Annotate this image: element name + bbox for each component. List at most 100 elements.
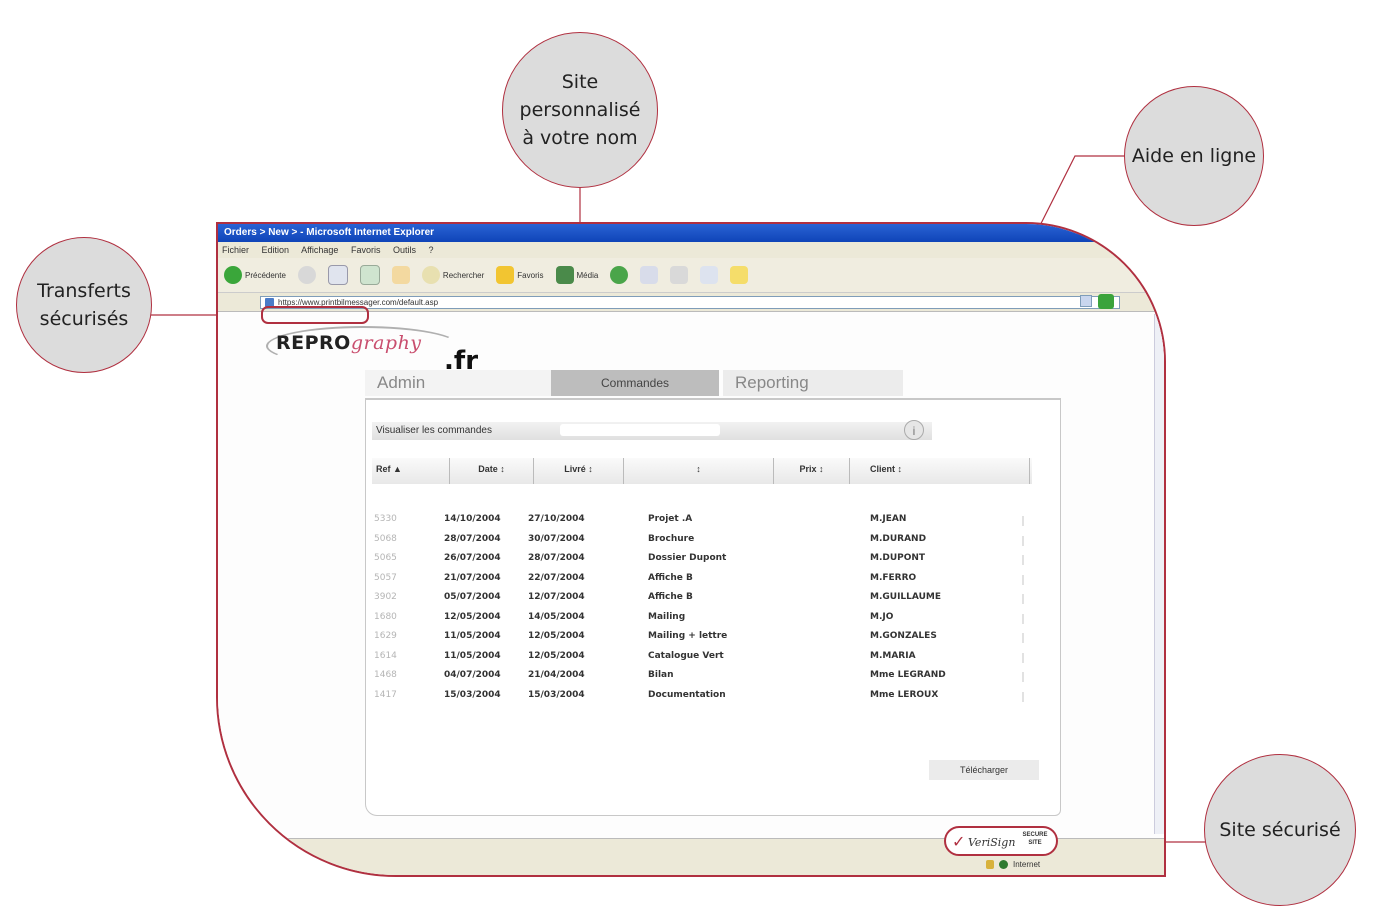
table-row[interactable]: 1468 04/07/2004 21/04/2004 Bilan Mme LEGRAND (372, 668, 1032, 688)
verisign-badge: SECURE SITE (1022, 832, 1048, 846)
row-tick (1022, 672, 1024, 682)
callout-secure: Site sécurisé (1204, 754, 1356, 906)
browser-toolbar: Précédente Rechercher Favoris Média (218, 258, 1164, 293)
search-button-label: Rechercher (442, 270, 485, 280)
table-row[interactable]: 1680 12/05/2004 14/05/2004 Mailing M.JO (372, 610, 1032, 630)
orders-table-body: 5330 14/10/2004 27/10/2004 Projet .A M.JEAN … (372, 512, 1032, 707)
cell-ref: 5068 (374, 533, 397, 544)
cell-ref: 1629 (374, 631, 397, 641)
print-icon[interactable] (670, 266, 689, 284)
go-arrow-icon[interactable] (1098, 294, 1114, 309)
col-client[interactable]: Client ↕ (850, 458, 1030, 484)
cell-ref: 1614 (374, 650, 397, 661)
table-row[interactable]: 5330 14/10/2004 27/10/2004 Projet .A M.JEAN (372, 512, 1032, 532)
cell-client: Mme LEGRAND (870, 670, 946, 680)
menu-favorites[interactable]: Favoris (351, 245, 381, 255)
home-icon[interactable] (391, 266, 410, 284)
stop-icon[interactable] (327, 265, 348, 285)
menu-help[interactable]: ? (429, 245, 434, 255)
row-tick (1022, 594, 1024, 604)
menu-view[interactable]: Affichage (301, 245, 338, 255)
check-icon: ✓ (952, 834, 966, 851)
table-header: Ref ▲ Date ↕ Livré ↕ ↕ Prix ↕ Client ↕ (372, 458, 1032, 484)
menu-file[interactable]: Fichier (222, 245, 249, 255)
reprography-logo: REPROgraphy .fr (266, 326, 486, 376)
cell-projet: Affiche B (648, 592, 693, 602)
callout-secure-text: Site sécurisé (1219, 819, 1341, 841)
col-livre[interactable]: Livré ↕ (534, 458, 624, 484)
download-button[interactable]: Télécharger (929, 760, 1039, 780)
address-dropdown-icon[interactable] (1080, 295, 1092, 307)
forward-arrow-icon[interactable] (297, 266, 316, 284)
back-arrow-icon (224, 266, 242, 284)
cell-client: M.FERRO (870, 572, 917, 583)
help-icon[interactable]: i (904, 420, 924, 440)
tab-reporting[interactable]: Reporting (723, 370, 903, 396)
row-tick (1022, 574, 1024, 585)
row-tick (1022, 691, 1024, 702)
cell-livre: 21/04/2004 (528, 670, 585, 680)
cell-livre: 12/05/2004 (528, 650, 585, 661)
main-tabs: Admin Commandes Reporting (365, 370, 905, 398)
history-icon[interactable] (610, 266, 629, 284)
row-tick (1022, 652, 1024, 663)
mail-icon[interactable] (640, 266, 659, 284)
table-row[interactable]: 1629 11/05/2004 12/05/2004 Mailing + lettre… (372, 629, 1032, 649)
callout-transfers-text: Transferts sécurisés (37, 280, 131, 330)
table-row[interactable]: 1614 11/05/2004 12/05/2004 Catalogue Vert M.… (372, 649, 1032, 669)
col-ref[interactable]: Ref ▲ (372, 458, 450, 484)
col-date[interactable]: Date ↕ (450, 458, 534, 484)
search-button[interactable]: Rechercher (421, 266, 485, 284)
search-icon (421, 266, 440, 284)
cell-livre: 15/03/2004 (528, 689, 585, 700)
table-row[interactable]: 3902 05/07/2004 12/07/2004 Affiche B M.GUILL… (372, 590, 1032, 610)
cell-date: 28/07/2004 (444, 533, 501, 544)
menu-edit[interactable]: Edition (262, 245, 290, 255)
cell-livre: 12/05/2004 (528, 631, 585, 641)
callout-site-name-text: Site personnalisé à votre nom (519, 71, 641, 149)
cell-projet: Brochure (648, 533, 695, 544)
table-row[interactable]: 5065 26/07/2004 28/07/2004 Dossier Dupont M.… (372, 551, 1032, 571)
back-button[interactable]: Précédente (224, 266, 286, 284)
window-title: Orders > New > - Microsoft Internet Expl… (218, 224, 1164, 242)
folder-icon[interactable] (730, 266, 749, 284)
menu-tools[interactable]: Outils (393, 245, 416, 255)
favorites-button[interactable]: Favoris (496, 266, 544, 284)
cell-ref: 1417 (374, 689, 397, 700)
edit-icon[interactable] (700, 266, 719, 284)
tab-commandes[interactable]: Commandes (551, 370, 719, 396)
cell-projet: Documentation (648, 689, 726, 700)
col-prix[interactable]: Prix ↕ (774, 458, 850, 484)
orders-filter-input[interactable] (560, 424, 720, 436)
vertical-scrollbar[interactable] (1154, 314, 1164, 834)
table-row[interactable]: 5068 28/07/2004 30/07/2004 Brochure M.DURAND (372, 532, 1032, 552)
media-button[interactable]: Média (555, 266, 598, 284)
cell-date: 21/07/2004 (444, 572, 501, 583)
cell-livre: 27/10/2004 (528, 514, 585, 524)
cell-projet: Bilan (648, 670, 674, 680)
tab-admin[interactable]: Admin (365, 370, 551, 396)
back-button-label: Précédente (245, 270, 286, 280)
cell-ref: 5065 (374, 553, 397, 563)
logo-graphy: graphy (350, 332, 422, 354)
callout-help-text: Aide en ligne (1131, 145, 1257, 167)
col-ref-label: Ref (376, 464, 391, 474)
logo-repro: REPROgraphy (276, 332, 422, 354)
callout-transfers: Transferts sécurisés (16, 237, 152, 373)
row-tick (1022, 633, 1024, 643)
cell-ref: 3902 (374, 592, 397, 602)
cell-client: M.JO (870, 611, 894, 622)
page-content: REPROgraphy .fr Admin Commandes Reportin… (218, 312, 1164, 842)
col-client-label: Client (870, 464, 896, 474)
table-row[interactable]: 5057 21/07/2004 22/07/2004 Affiche B M.FERRO (372, 571, 1032, 591)
col-projet[interactable]: ↕ (624, 458, 774, 484)
refresh-icon[interactable] (359, 265, 380, 285)
cell-projet: Affiche B (648, 572, 693, 583)
verisign-seal[interactable]: ✓ VeriSign SECURE SITE (944, 826, 1058, 856)
lock-icon (986, 860, 994, 869)
verisign-label: VeriSign (968, 836, 1016, 849)
address-field[interactable]: https://www.printbilmessager.com/default… (260, 295, 1120, 309)
cell-livre: 22/07/2004 (528, 572, 585, 583)
table-row[interactable]: 1417 15/03/2004 15/03/2004 Documentation Mme… (372, 688, 1032, 708)
cell-projet: Mailing (648, 611, 686, 622)
